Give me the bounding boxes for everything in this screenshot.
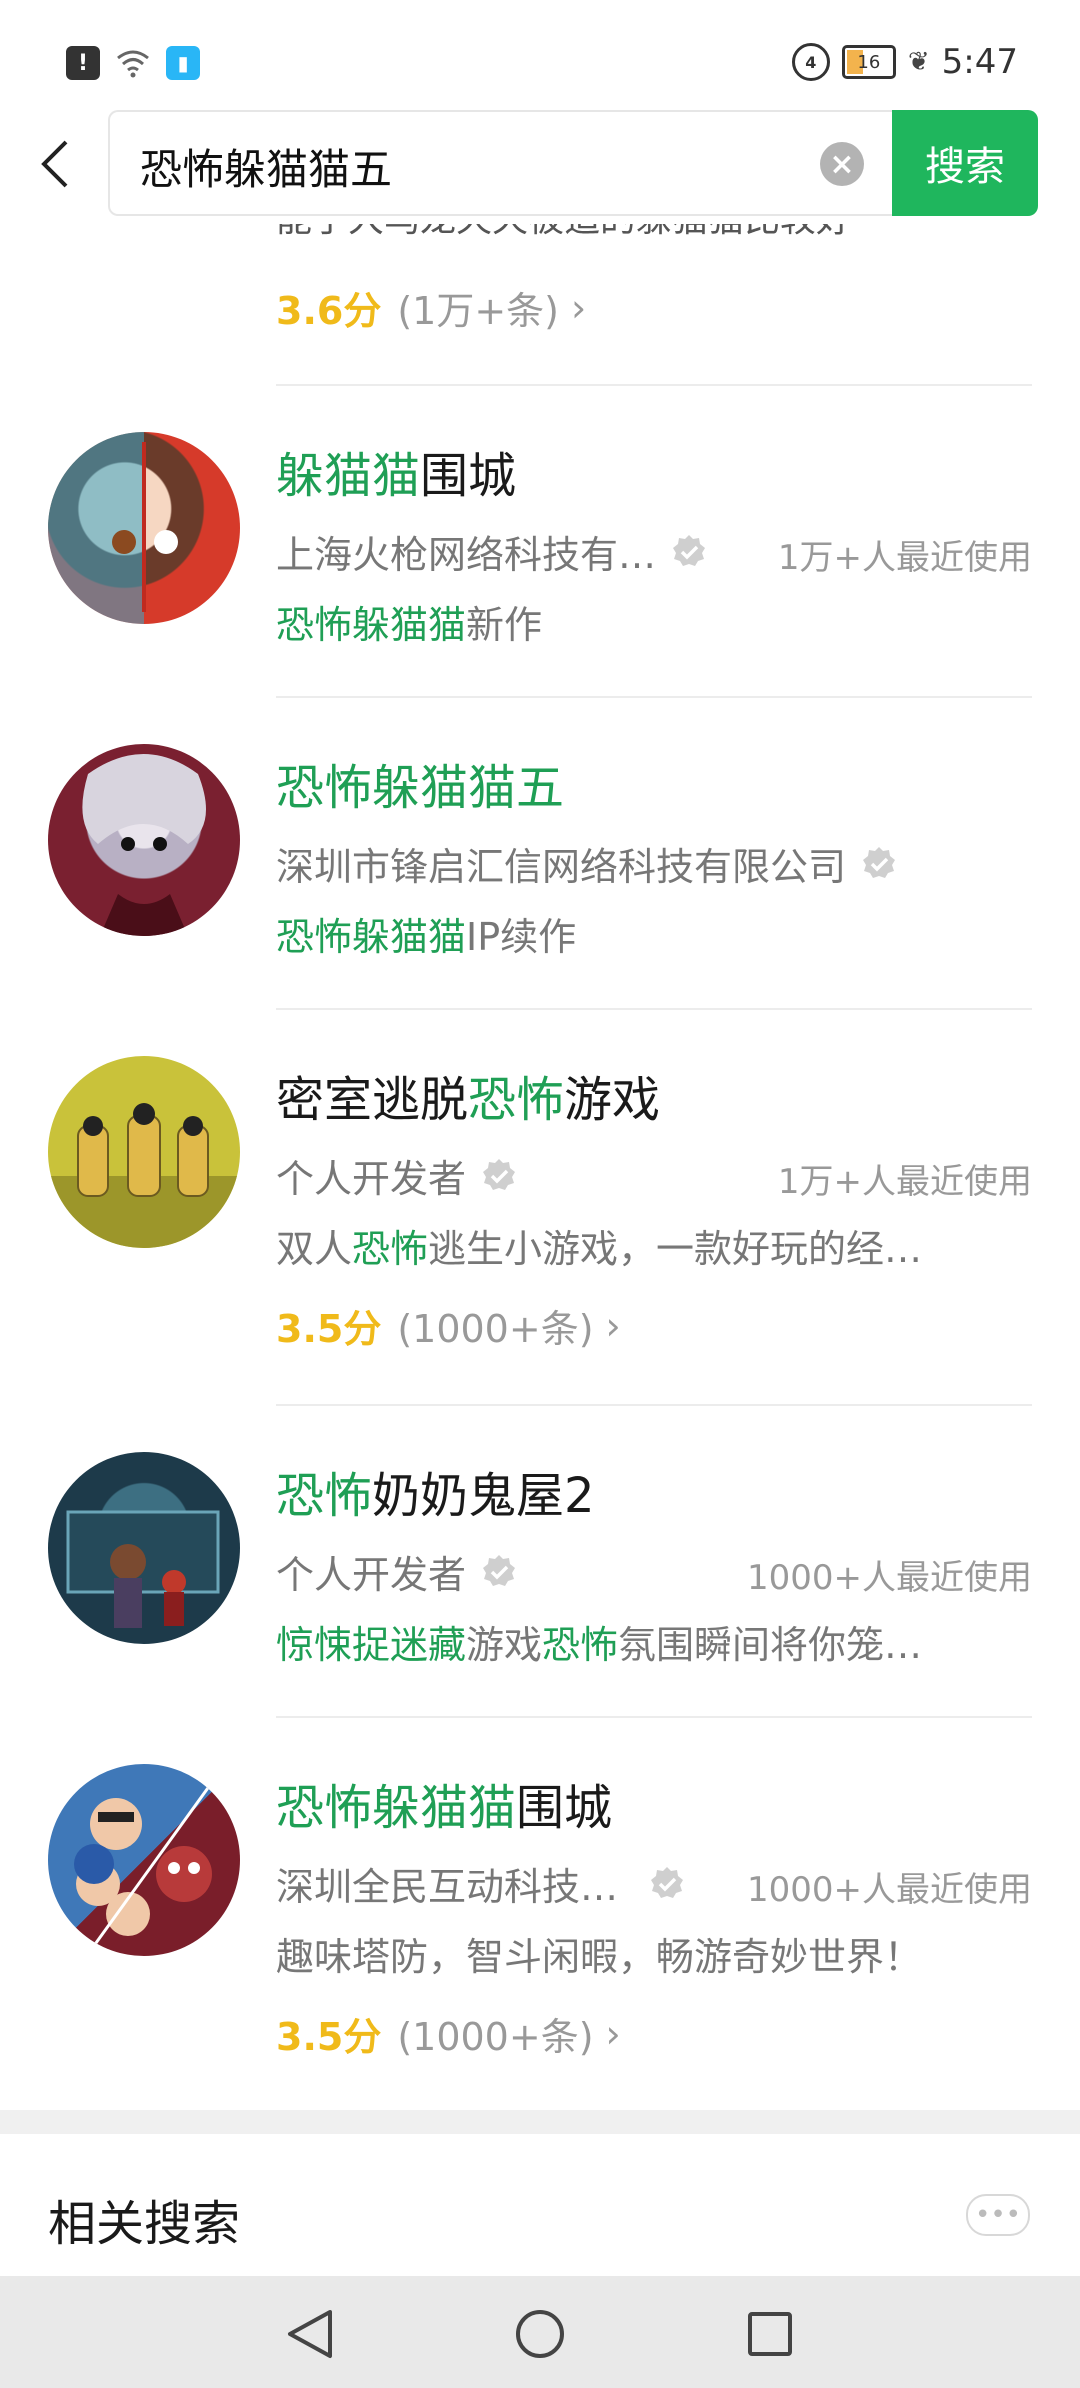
- developer-name: 深圳市锋启汇信网络科技有限公司: [276, 845, 847, 889]
- title-highlight: 恐怖: [468, 1072, 565, 1128]
- rating-count: (1000+条): [397, 1307, 594, 1351]
- search-input[interactable]: 恐怖躲猫猫五 ×: [108, 110, 894, 216]
- title-pre: 密室逃脱: [276, 1072, 469, 1128]
- title-rest: 游戏: [564, 1072, 661, 1128]
- list-item[interactable]: 躲猫猫围城 上海火枪网络科技有… 1万+人最近使用 恐怖躲猫猫新作: [0, 384, 1080, 696]
- title-highlight: 恐怖: [276, 1468, 373, 1524]
- developer-name: 个人开发者: [276, 1157, 467, 1201]
- title-highlight: 恐怖躲猫猫: [276, 1780, 517, 1836]
- developer-name: 上海火枪网络科技有…: [276, 533, 657, 577]
- developer-row: 个人开发者: [276, 1544, 518, 1599]
- desc-pre: 双人: [276, 1227, 353, 1271]
- desc-rest: IP续作: [466, 915, 577, 959]
- alert-icon: !: [66, 46, 100, 80]
- title-rest: 围城: [516, 1780, 613, 1836]
- recent-users: 1000+人最近使用: [746, 1558, 1032, 1598]
- system-nav-bar: [0, 2276, 1080, 2388]
- developer-name: 深圳全民互动科技…: [276, 1865, 619, 1909]
- related-search-title: 相关搜索: [48, 2196, 241, 2252]
- rating-count: (1万+条): [397, 289, 559, 333]
- developer-row: 深圳全民互动科技…: [276, 1856, 686, 1911]
- battery-icon: 16: [841, 45, 896, 79]
- list-item[interactable]: 恐怖躲猫猫五 深圳市锋启汇信网络科技有限公司 恐怖躲猫猫IP续作: [0, 696, 1080, 1008]
- search-button[interactable]: 搜索: [892, 110, 1038, 216]
- app-title: 恐怖躲猫猫五: [276, 748, 564, 818]
- verified-icon: [480, 1553, 518, 1591]
- verified-icon: [480, 1157, 518, 1195]
- chevron-right-icon: ›: [605, 2011, 621, 2056]
- app-avatar: [48, 432, 240, 624]
- chevron-right-icon: ›: [571, 285, 587, 330]
- rating-score: 3.5分: [276, 1307, 382, 1351]
- nav-recents-icon[interactable]: [740, 2304, 800, 2364]
- verified-icon: [860, 845, 898, 883]
- data-saver-icon: 4: [791, 43, 830, 81]
- title-highlight: 躲猫猫: [276, 448, 421, 504]
- nav-home-icon[interactable]: [510, 2304, 570, 2364]
- list-item[interactable]: 恐怖躲猫猫围城 深圳全民互动科技… 1000+人最近使用 趣味塔防，智斗闲暇，畅…: [0, 1716, 1080, 2110]
- title-rest: 围城: [420, 448, 517, 504]
- desc-highlight: 恐怖: [352, 1227, 429, 1271]
- search-bar: 恐怖躲猫猫五 × 搜索: [0, 100, 1080, 224]
- desc-rest: 氛围瞬间将你笼…: [618, 1623, 923, 1667]
- partial-item-rating[interactable]: 3.6分 (1万+条) ›: [276, 280, 586, 335]
- desc-highlight: 恐怖躲猫猫: [276, 603, 467, 647]
- app-desc: 恐怖躲猫猫新作: [276, 594, 542, 649]
- status-bar: ! ▮ 4 16 ❦ 5:47: [0, 0, 1080, 110]
- chevron-right-icon: ›: [605, 1303, 621, 1348]
- app-title: 恐怖躲猫猫围城: [276, 1768, 612, 1838]
- desc-mid: 游戏: [466, 1623, 543, 1667]
- developer-row: 深圳市锋启汇信网络科技有限公司: [276, 836, 898, 891]
- list-item[interactable]: 密室逃脱恐怖游戏 个人开发者 1万+人最近使用 双人恐怖逃生小游戏，一款好玩的经…: [0, 1008, 1080, 1404]
- back-button[interactable]: [30, 136, 80, 192]
- nav-back-icon[interactable]: [280, 2304, 340, 2364]
- list-item[interactable]: 恐怖奶奶鬼屋2 个人开发者 1000+人最近使用 惊悚捉迷藏游戏恐怖氛围瞬间将你…: [0, 1404, 1080, 1716]
- app-desc: 惊悚捉迷藏游戏恐怖氛围瞬间将你笼…: [276, 1614, 922, 1669]
- app-avatar: [48, 1056, 240, 1248]
- app-title: 躲猫猫围城: [276, 436, 516, 506]
- leaf-icon: ❦: [907, 47, 930, 77]
- app-title: 密室逃脱恐怖游戏: [276, 1060, 660, 1130]
- app-avatar: [48, 1764, 240, 1956]
- verified-icon: [648, 1865, 686, 1903]
- clear-icon[interactable]: ×: [820, 142, 864, 186]
- recent-users: 1万+人最近使用: [777, 1162, 1032, 1202]
- wifi-icon: [116, 46, 150, 80]
- app-avatar: [48, 1452, 240, 1644]
- desc-rest: 逃生小游戏，一款好玩的经…: [428, 1227, 923, 1271]
- app-rating[interactable]: 3.5分 (1000+条) ›: [276, 1298, 621, 1353]
- developer-row: 个人开发者: [276, 1148, 518, 1203]
- rating-score: 3.5分: [276, 2015, 382, 2059]
- desc-highlight: 恐怖: [542, 1623, 619, 1667]
- verified-icon: [670, 533, 708, 571]
- title-highlight: 恐怖躲猫猫五: [276, 760, 565, 816]
- app-rating[interactable]: 3.5分 (1000+条) ›: [276, 2006, 621, 2061]
- app-avatar: [48, 744, 240, 936]
- rating-score: 3.6分: [276, 289, 382, 333]
- app-desc: 恐怖躲猫猫IP续作: [276, 906, 576, 961]
- app-desc: 趣味塔防，智斗闲暇，畅游奇妙世界！: [276, 1935, 923, 1979]
- search-query: 恐怖躲猫猫五: [140, 145, 393, 194]
- developer-row: 上海火枪网络科技有…: [276, 524, 708, 579]
- book-app-icon: ▮: [166, 46, 200, 80]
- status-right: 4 16 ❦ 5:47: [791, 42, 1018, 82]
- recent-users: 1000+人最近使用: [746, 1870, 1032, 1910]
- more-icon[interactable]: •••: [966, 2194, 1030, 2236]
- app-title: 恐怖奶奶鬼屋2: [276, 1456, 595, 1526]
- title-rest: 奶奶鬼屋2: [372, 1468, 595, 1524]
- app-desc: 双人恐怖逃生小游戏，一款好玩的经…: [276, 1218, 922, 1273]
- desc-highlight: 惊悚捉迷藏: [276, 1623, 467, 1667]
- desc-highlight: 恐怖躲猫猫: [276, 915, 467, 959]
- back-arrow-icon: [41, 140, 68, 188]
- desc-rest: 新作: [466, 603, 543, 647]
- developer-name: 个人开发者: [276, 1553, 467, 1597]
- section-separator: [0, 2110, 1080, 2134]
- clock: 5:47: [941, 42, 1018, 82]
- rating-count: (1000+条): [397, 2015, 594, 2059]
- status-left: ! ▮: [66, 46, 200, 80]
- recent-users: 1万+人最近使用: [777, 538, 1032, 578]
